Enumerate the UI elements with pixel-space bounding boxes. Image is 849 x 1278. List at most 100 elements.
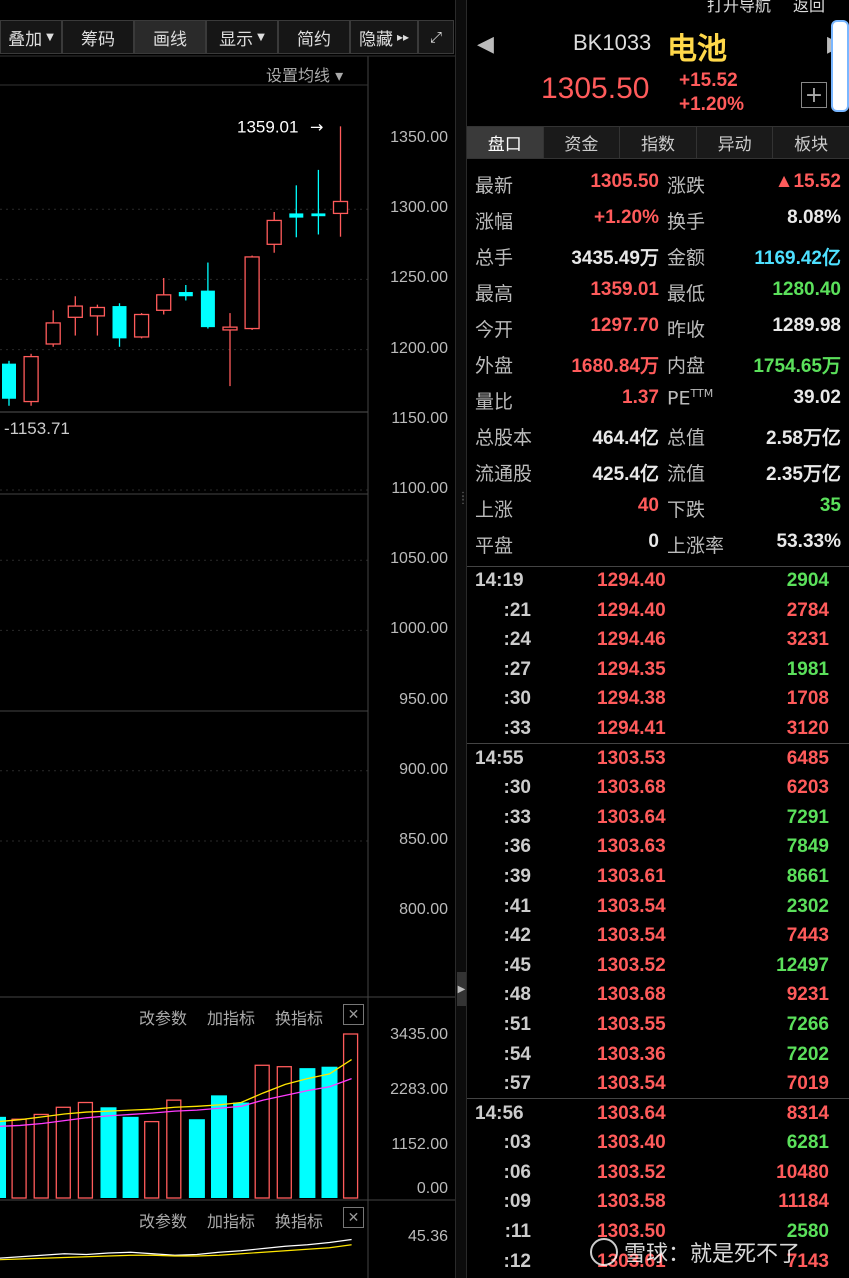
ind2-add-indicator-link[interactable]: 加指标 — [207, 1208, 255, 1232]
quote-value: 1289.98 — [772, 315, 841, 336]
tick-time: :24 — [503, 629, 531, 651]
volume-bar-down — [233, 1102, 250, 1198]
tick-volume: 2784 — [786, 599, 829, 621]
ind2-param-link[interactable]: 改参数 — [139, 1208, 187, 1232]
close-icon[interactable]: ✕ — [343, 1207, 364, 1228]
vol-switch-indicator-link[interactable]: 换指标 — [275, 1005, 323, 1029]
tick-time: :12 — [503, 1250, 531, 1272]
tick-time: 14:55 — [475, 747, 524, 769]
kline-chart-panel[interactable]: 叠加 ▼ 筹码 画线 显示 ▼ 简约 隐藏 ▸▸ ⤢ 设置均线 ▾ 1359.01 → -… — [0, 0, 455, 1278]
tick-price: 1303.52 — [597, 1161, 666, 1183]
open-nav-link[interactable]: 打开导航 — [707, 0, 771, 16]
tick-row: 14:55 1303.53 6485 — [467, 746, 849, 776]
quote-label: 总股本 — [475, 427, 533, 449]
tick-volume: 12497 — [776, 954, 829, 976]
candle-body-down — [2, 363, 16, 399]
quote-label: 涨跌 — [667, 171, 705, 198]
tab-index[interactable]: 指数 — [620, 127, 697, 158]
tick-row: :39 1303.61 8661 — [467, 864, 849, 894]
quote-panel: 打开导航 返回 ◀ BK1033 电池 ▶ 1305.50 +15.52 +1.… — [467, 0, 849, 1278]
volume-bar-up — [11, 1118, 27, 1199]
quote-row: 总手 3435.49万 金额 1169.42亿 — [467, 239, 849, 275]
candle-body-up — [266, 219, 282, 245]
scrollbar-thumb[interactable] — [831, 20, 849, 112]
tick-price: 1303.54 — [597, 925, 666, 947]
close-icon[interactable]: ✕ — [343, 1004, 364, 1025]
quote-row: 今开 1297.70 昨收 1289.98 — [467, 311, 849, 347]
tick-time: :33 — [503, 806, 531, 828]
tick-row: :27 1294.35 1981 — [467, 657, 849, 687]
price-change: +15.52 — [679, 70, 738, 91]
tick-time: :30 — [503, 777, 531, 799]
quote-label: 流值 — [667, 459, 705, 486]
tick-volume: 7849 — [786, 836, 829, 858]
tick-time: :06 — [503, 1161, 531, 1183]
quote-value: 1.37 — [622, 387, 659, 408]
tick-price: 1303.54 — [597, 895, 666, 917]
volume-bar-down — [299, 1068, 316, 1198]
last-price: 1305.50 — [541, 72, 650, 105]
back-link[interactable]: 返回 — [793, 0, 825, 16]
quote-value: 1305.50 — [590, 171, 659, 192]
candle-body-down — [178, 292, 193, 297]
tick-volume: 11184 — [778, 1191, 829, 1213]
quote-label-text: 总值 — [667, 427, 706, 449]
volume-bar-up — [33, 1113, 49, 1199]
add-watchlist-button[interactable]: + — [801, 82, 827, 108]
tick-time: :39 — [503, 865, 531, 887]
quote-value: 1297.70 — [590, 315, 659, 336]
tick-time: :11 — [504, 1221, 531, 1243]
quote-label: 总手 — [475, 247, 514, 269]
tab-order-book[interactable]: 盘口 — [467, 127, 544, 158]
price-tick-label: 900.00 — [399, 760, 448, 778]
collapse-arrow-icon[interactable]: ▶ — [457, 972, 466, 1006]
candle-body-down — [311, 213, 326, 217]
vol-param-link[interactable]: 改参数 — [139, 1005, 187, 1029]
volume-bar-up — [144, 1120, 160, 1199]
tick-volume: 3120 — [786, 717, 829, 739]
quote-value: 1680.84万 — [571, 356, 659, 377]
tick-price: 1303.68 — [597, 984, 666, 1006]
ind2-switch-indicator-link[interactable]: 换指标 — [275, 1208, 323, 1232]
candle-body-up — [23, 355, 39, 403]
volume-bar-down — [0, 1116, 6, 1198]
tick-volume: 6485 — [786, 747, 829, 769]
tick-time: 14:19 — [475, 570, 524, 591]
quote-label: 外盘 — [475, 355, 514, 377]
volume-bar-up — [254, 1064, 270, 1199]
tick-row: :33 1303.64 7291 — [467, 805, 849, 835]
xueqiu-logo-icon — [590, 1238, 618, 1266]
tick-volume: 7443 — [786, 925, 829, 947]
top-nav: 打开导航 返回 — [707, 0, 825, 16]
tab-sector[interactable]: 板块 — [773, 127, 849, 158]
price-tick-label: 800.00 — [399, 901, 448, 919]
panel-splitter[interactable]: ⋮ ⋮ ▶ — [455, 0, 468, 1278]
prev-stock-icon[interactable]: ◀ — [477, 32, 494, 57]
stock-name: 电池 — [667, 32, 727, 67]
price-tick-label: 1300.00 — [390, 199, 448, 217]
quote-row: 涨幅 +1.20% 换手 8.08% — [467, 203, 849, 239]
vol-add-indicator-link[interactable]: 加指标 — [207, 1005, 255, 1029]
tick-price: 1294.46 — [597, 629, 666, 651]
tick-time: :54 — [503, 1043, 531, 1065]
tick-volume: 6281 — [786, 1132, 829, 1154]
tab-movement[interactable]: 异动 — [697, 127, 774, 158]
quote-row: 量比 1.37 PETTM 39.02 — [467, 383, 849, 419]
tick-price: 1303.64 — [597, 1102, 666, 1124]
tick-row: :21 1294.40 2784 — [467, 598, 849, 628]
quote-label: 内盘 — [667, 351, 705, 378]
tick-time: :09 — [503, 1191, 531, 1213]
quote-value: 3435.49万 — [571, 248, 659, 269]
tick-row: :24 1294.46 3231 — [467, 627, 849, 657]
stock-code: BK1033 — [573, 30, 652, 55]
tick-row: :57 1303.54 7019 — [467, 1071, 849, 1101]
tick-row: :30 1303.68 6203 — [467, 775, 849, 805]
candle-body-up — [332, 200, 349, 215]
quote-row: 平盘 0 上涨率 53.33% — [467, 527, 849, 563]
tick-row: :42 1303.54 7443 — [467, 923, 849, 953]
volume-bar-down — [188, 1119, 205, 1198]
price-tick-label: 1250.00 — [390, 269, 448, 287]
tick-time: :30 — [503, 688, 531, 710]
tab-capital[interactable]: 资金 — [544, 127, 621, 158]
volume-bar-up — [166, 1099, 182, 1199]
